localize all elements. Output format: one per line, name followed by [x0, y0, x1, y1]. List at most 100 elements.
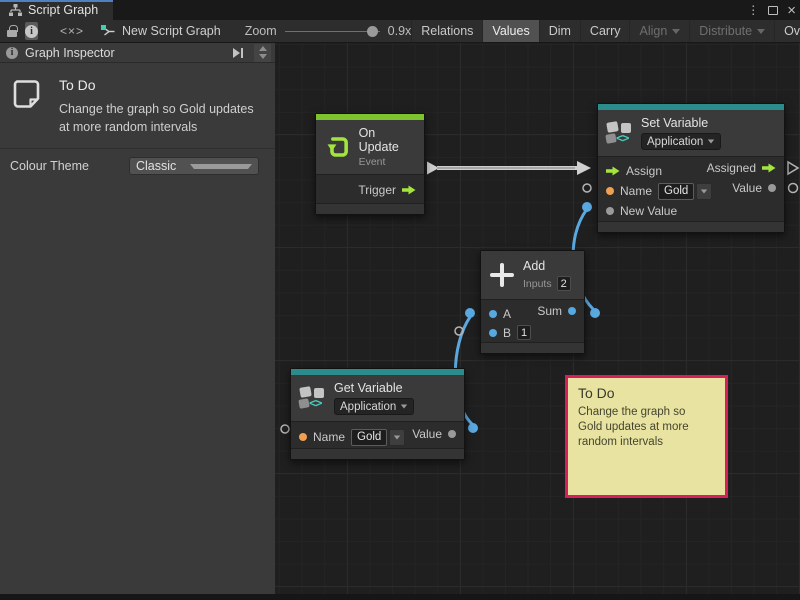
wire-endpoint: [465, 308, 475, 318]
inspector-toggle-button[interactable]: i: [25, 22, 38, 40]
graph-canvas[interactable]: On Update Event Trigger <> Set Va: [275, 43, 800, 594]
window-menu-icon[interactable]: ⋮: [747, 4, 759, 16]
chevron-down-icon: [701, 189, 707, 193]
variable-scope-dropdown[interactable]: Application: [641, 133, 721, 150]
zoom-slider-thumb[interactable]: [367, 26, 378, 37]
node-footer: [316, 203, 424, 214]
dim-button[interactable]: Dim: [539, 20, 580, 43]
inspector-header: i Graph Inspector: [0, 43, 275, 63]
trigger-port-label: Trigger: [358, 183, 396, 197]
colour-theme-label: Colour Theme: [10, 159, 129, 173]
graph-toolbar: i <×> New Script Graph Zoom 0.9x Relatio…: [0, 20, 800, 43]
unconnected-flow-marker[interactable]: [788, 162, 798, 174]
unconnected-port-marker[interactable]: [789, 184, 798, 193]
variables-icon: <>: [606, 121, 633, 145]
node-set-variable[interactable]: <> Set Variable Application Assign: [597, 103, 785, 233]
values-button[interactable]: Values: [482, 20, 538, 43]
wire-end-arrow: [577, 161, 591, 175]
zoom-control: Zoom 0.9x: [245, 24, 412, 38]
info-icon: i: [6, 47, 18, 59]
value-port-row[interactable]: Value: [732, 181, 776, 195]
inspector-title: Graph Inspector: [25, 46, 226, 60]
align-button[interactable]: Align: [629, 20, 689, 43]
node-title: Add: [523, 259, 571, 273]
node-add[interactable]: Add Inputs 2 A B 1 Sum: [480, 250, 585, 354]
variable-name-dropdown[interactable]: Gold: [351, 429, 405, 446]
graph-breadcrumb[interactable]: New Script Graph: [100, 24, 221, 38]
value-port-row[interactable]: Value: [412, 427, 456, 441]
graph-inspector-panel: i Graph Inspector To Do Change the graph…: [0, 43, 275, 594]
a-input-port[interactable]: [489, 310, 497, 318]
sticky-note-title: To Do: [578, 385, 715, 401]
graph-name: New Script Graph: [122, 24, 221, 38]
node-subtitle: Event: [359, 156, 416, 168]
node-footer: [481, 342, 584, 353]
inputs-count-field[interactable]: 2: [557, 276, 571, 291]
chevron-down-icon: [708, 140, 714, 144]
trigger-output-port[interactable]: [402, 185, 416, 195]
scroll-up-icon[interactable]: [259, 46, 267, 51]
node-header: <> Get Variable Application: [291, 375, 464, 422]
chevron-down-icon: [190, 164, 252, 169]
colour-theme-row: Colour Theme Classic: [0, 149, 275, 183]
value-output-port[interactable]: [448, 430, 456, 438]
value-output-port[interactable]: [768, 184, 776, 192]
assign-input-port[interactable]: [606, 166, 620, 176]
node-header: Add Inputs 2: [481, 251, 584, 300]
node-header: <> Set Variable Application: [598, 110, 784, 157]
b-value-field[interactable]: 1: [517, 325, 531, 340]
script-graph-icon: [100, 24, 116, 38]
window-bottom-edge: [0, 594, 800, 600]
lock-button[interactable]: [7, 25, 17, 37]
unity-script-graph-window: Script Graph ⋮ × i <×> New Script Graph …: [0, 0, 800, 600]
node-get-variable[interactable]: <> Get Variable Application Name Gold: [290, 368, 465, 460]
overview-button[interactable]: Overview: [774, 20, 800, 43]
zoom-slider-track: [285, 31, 380, 32]
colour-theme-dropdown[interactable]: Classic: [129, 157, 259, 175]
toolbar-right-group: Relations Values Dim Carry Align Distrib…: [411, 20, 800, 43]
name-input-port[interactable]: [606, 187, 614, 195]
distribute-button[interactable]: Distribute: [689, 20, 774, 43]
close-icon[interactable]: ×: [787, 3, 796, 18]
sum-output-port[interactable]: [568, 307, 576, 315]
relations-button[interactable]: Relations: [411, 20, 482, 43]
dock-panel-icon[interactable]: [233, 48, 243, 58]
sticky-note-icon: [10, 77, 43, 111]
info-icon: i: [25, 25, 38, 38]
node-footer: [291, 448, 464, 459]
variable-name-dropdown[interactable]: Gold: [658, 183, 712, 200]
zoom-label: Zoom: [245, 24, 277, 38]
name-input-port[interactable]: [299, 433, 307, 441]
lock-icon: [7, 30, 17, 37]
unconnected-port-marker[interactable]: [281, 425, 289, 433]
chevron-down-icon: [672, 29, 680, 34]
b-input-port[interactable]: [489, 329, 497, 337]
chevron-down-icon: [401, 405, 407, 409]
new-value-input-port[interactable]: [606, 207, 614, 215]
carry-button[interactable]: Carry: [580, 20, 630, 43]
wire-endpoint: [582, 202, 592, 212]
node-title: On Update: [359, 126, 416, 154]
maximize-icon[interactable]: [768, 6, 778, 15]
code-view-button[interactable]: <×>: [60, 24, 84, 38]
assigned-port-row[interactable]: Assigned: [707, 161, 776, 175]
zoom-slider[interactable]: [285, 25, 380, 37]
node-on-update[interactable]: On Update Event Trigger: [315, 113, 425, 215]
panel-scroll-stepper[interactable]: [254, 44, 271, 62]
wire-endpoint: [590, 308, 600, 318]
sticky-note-text: Change the graph so Gold updates at more…: [578, 405, 710, 451]
variable-scope-dropdown[interactable]: Application: [334, 398, 414, 415]
zoom-value: 0.9x: [388, 24, 412, 38]
inputs-label: Inputs: [523, 278, 552, 290]
unconnected-port-marker[interactable]: [583, 184, 591, 192]
wire-endpoint: [468, 423, 478, 433]
sum-port-row[interactable]: Sum: [537, 304, 576, 318]
sticky-note[interactable]: To Do Change the graph so Gold updates a…: [565, 375, 728, 498]
new-value-port-row[interactable]: New Value: [598, 201, 784, 221]
window-controls: ⋮ ×: [747, 0, 796, 20]
assigned-output-port[interactable]: [762, 163, 776, 173]
input-b-row[interactable]: B 1: [481, 323, 584, 342]
tab-script-graph[interactable]: Script Graph: [0, 0, 113, 20]
colour-theme-value: Classic: [136, 159, 190, 173]
scroll-down-icon[interactable]: [259, 54, 267, 59]
